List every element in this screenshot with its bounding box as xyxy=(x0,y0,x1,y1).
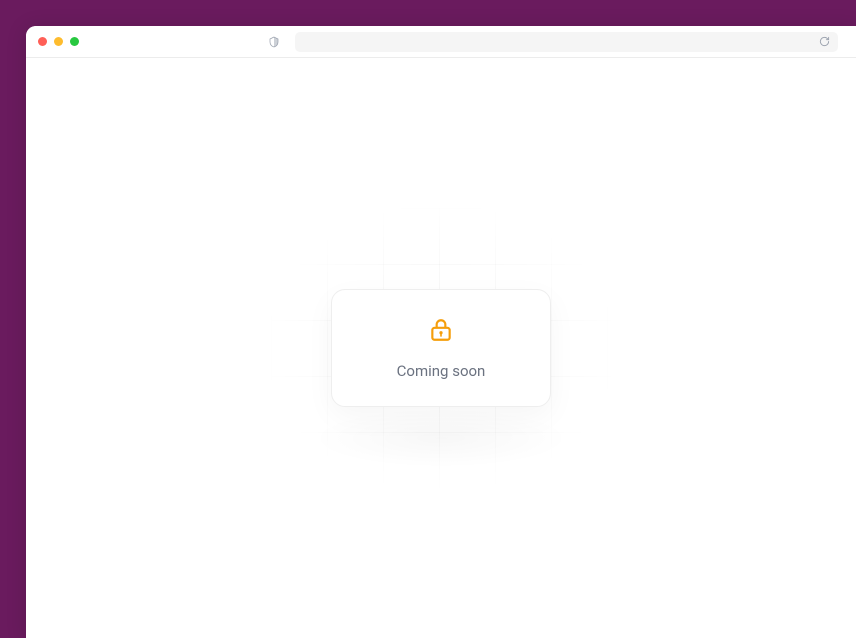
minimize-window-button[interactable] xyxy=(54,37,63,46)
close-window-button[interactable] xyxy=(38,37,47,46)
lock-icon xyxy=(427,316,455,344)
maximize-window-button[interactable] xyxy=(70,37,79,46)
window-controls xyxy=(38,37,79,46)
privacy-shield-icon[interactable] xyxy=(267,35,281,49)
content-area: Coming soon xyxy=(26,58,856,638)
address-bar[interactable] xyxy=(295,32,838,52)
browser-toolbar xyxy=(26,26,856,58)
browser-window: Coming soon xyxy=(26,26,856,638)
coming-soon-message: Coming soon xyxy=(397,362,486,380)
coming-soon-card: Coming soon xyxy=(331,289,551,407)
reload-icon[interactable] xyxy=(818,36,830,48)
card-shadow xyxy=(311,408,571,468)
